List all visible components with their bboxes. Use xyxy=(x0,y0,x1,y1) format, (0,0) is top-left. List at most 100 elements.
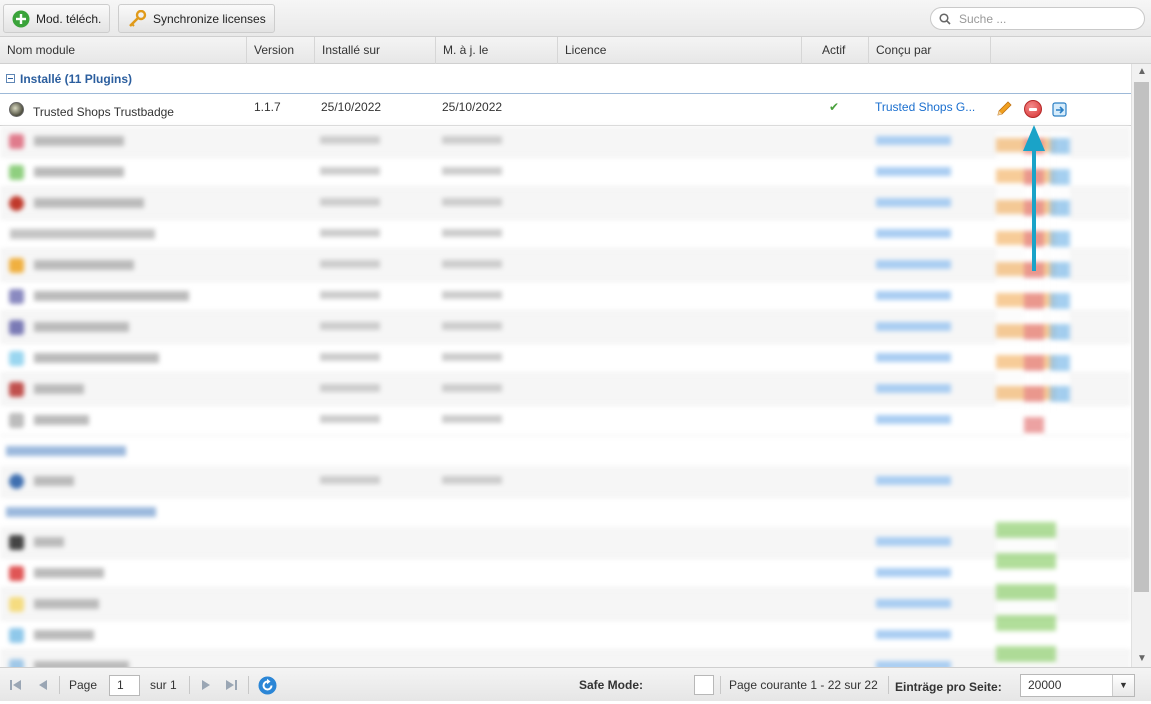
blurred-text xyxy=(34,599,99,609)
blurred-text xyxy=(876,260,951,269)
page-info-text: Page courante 1 - 22 sur 22 xyxy=(729,678,878,692)
module-installed-date: 25/10/2022 xyxy=(321,100,382,114)
blurred-text xyxy=(876,229,951,238)
last-page-icon[interactable] xyxy=(224,678,238,692)
module-icon xyxy=(9,351,24,366)
separator xyxy=(720,676,721,694)
module-icon xyxy=(9,165,24,180)
export-icon[interactable] xyxy=(1051,100,1069,118)
module-icon xyxy=(9,289,24,304)
group-header-installed[interactable]: Installé (11 Plugins) xyxy=(0,64,1131,94)
paging-toolbar: Page 1 sur 1 Safe Mode: Page courante 1 … xyxy=(0,667,1151,701)
group-header xyxy=(0,497,1131,527)
toolbar: Mod. téléch. Synchronize licenses xyxy=(0,0,1151,37)
module-icon xyxy=(9,566,24,581)
module-icon xyxy=(9,535,24,550)
page-number-input[interactable]: 1 xyxy=(109,675,140,696)
table-row xyxy=(0,620,1131,651)
scroll-down-icon[interactable]: ▼ xyxy=(1132,651,1151,667)
blurred-icon-strip xyxy=(996,516,1056,666)
module-icon xyxy=(9,413,24,428)
column-header-module-name[interactable]: Nom module xyxy=(0,37,247,64)
blurred-text xyxy=(442,198,502,206)
blurred-text xyxy=(34,136,124,146)
blurred-text xyxy=(34,476,74,486)
column-header-installed-on[interactable]: Installé sur xyxy=(315,37,436,64)
first-page-icon[interactable] xyxy=(9,678,23,692)
scroll-up-icon[interactable]: ▲ xyxy=(1132,64,1151,80)
blurred-text xyxy=(34,415,89,425)
vendor-link[interactable]: Trusted Shops G... xyxy=(875,94,975,125)
table-row xyxy=(0,405,1131,436)
blurred-text xyxy=(10,229,155,239)
blurred-rows xyxy=(0,126,1131,667)
uninstall-icon[interactable] xyxy=(1024,100,1042,118)
module-icon xyxy=(9,196,24,211)
blurred-text xyxy=(876,198,951,207)
blurred-icon-strip xyxy=(1050,132,1070,412)
grid-header: Nom module Version Installé sur M. à j. … xyxy=(0,37,1151,64)
blurred-text xyxy=(442,136,502,144)
collapse-icon[interactable] xyxy=(6,74,15,83)
table-row[interactable]: Trusted Shops Trustbadge 1.1.7 25/10/202… xyxy=(0,94,1131,126)
module-icon xyxy=(9,659,24,667)
vertical-scrollbar[interactable]: ▲ ▼ xyxy=(1131,64,1151,667)
blurred-text xyxy=(442,291,502,299)
table-row xyxy=(0,651,1131,667)
search-box[interactable] xyxy=(930,7,1145,30)
module-icon xyxy=(9,320,24,335)
page-label: Page xyxy=(69,678,98,692)
column-header-designed-by[interactable]: Conçu par xyxy=(869,37,991,64)
blurred-text xyxy=(320,260,380,268)
blurred-text xyxy=(320,229,380,237)
module-name: Trusted Shops Trustbadge xyxy=(33,105,174,119)
blurred-text xyxy=(876,384,951,393)
blurred-text xyxy=(34,537,64,547)
synchronize-licenses-button[interactable]: Synchronize licenses xyxy=(118,4,275,33)
table-row xyxy=(0,312,1131,343)
table-row xyxy=(0,188,1131,219)
safe-mode-checkbox[interactable] xyxy=(694,675,714,695)
blurred-text xyxy=(34,568,104,578)
blurred-text xyxy=(320,353,380,361)
search-input[interactable] xyxy=(957,10,1127,27)
column-header-active[interactable]: Actif xyxy=(802,37,869,64)
column-header-version[interactable]: Version xyxy=(247,37,315,64)
table-row xyxy=(0,558,1131,589)
separator xyxy=(888,676,889,694)
blurred-text xyxy=(876,353,951,362)
table-row xyxy=(0,281,1131,312)
column-header-updated-on[interactable]: M. à j. le xyxy=(436,37,558,64)
plus-icon xyxy=(12,10,30,27)
blurred-text xyxy=(320,136,380,144)
scroll-thumb[interactable] xyxy=(1134,82,1149,592)
blurred-text xyxy=(876,476,951,485)
module-icon xyxy=(9,628,24,643)
blurred-action-icons xyxy=(990,126,1120,667)
next-page-icon[interactable] xyxy=(199,678,213,692)
blurred-text xyxy=(442,322,502,330)
module-updated-date: 25/10/2022 xyxy=(442,100,503,114)
edit-pencil-icon[interactable] xyxy=(995,100,1013,118)
column-header-licence[interactable]: Licence xyxy=(558,37,802,64)
chevron-down-icon[interactable]: ▼ xyxy=(1112,675,1134,696)
table-row xyxy=(0,527,1131,558)
module-icon xyxy=(9,258,24,273)
separator xyxy=(59,676,60,694)
upload-module-label: Mod. téléch. xyxy=(36,11,102,26)
blurred-text xyxy=(320,198,380,206)
previous-page-icon[interactable] xyxy=(36,678,50,692)
blurred-text xyxy=(876,537,951,546)
column-header-actions xyxy=(991,37,1151,64)
group-title-installed: Installé (11 Plugins) xyxy=(20,71,133,86)
refresh-icon[interactable] xyxy=(258,676,277,695)
upload-module-button[interactable]: Mod. téléch. xyxy=(3,4,111,33)
blurred-text xyxy=(34,353,159,363)
blurred-text xyxy=(876,568,951,577)
blurred-text xyxy=(6,507,156,517)
blurred-text xyxy=(6,446,126,456)
annotation-arrow xyxy=(1023,125,1045,271)
table-row xyxy=(0,466,1131,497)
page-total-label: sur 1 xyxy=(150,678,177,692)
entries-per-page-select[interactable]: 20000 ▼ xyxy=(1020,674,1135,697)
